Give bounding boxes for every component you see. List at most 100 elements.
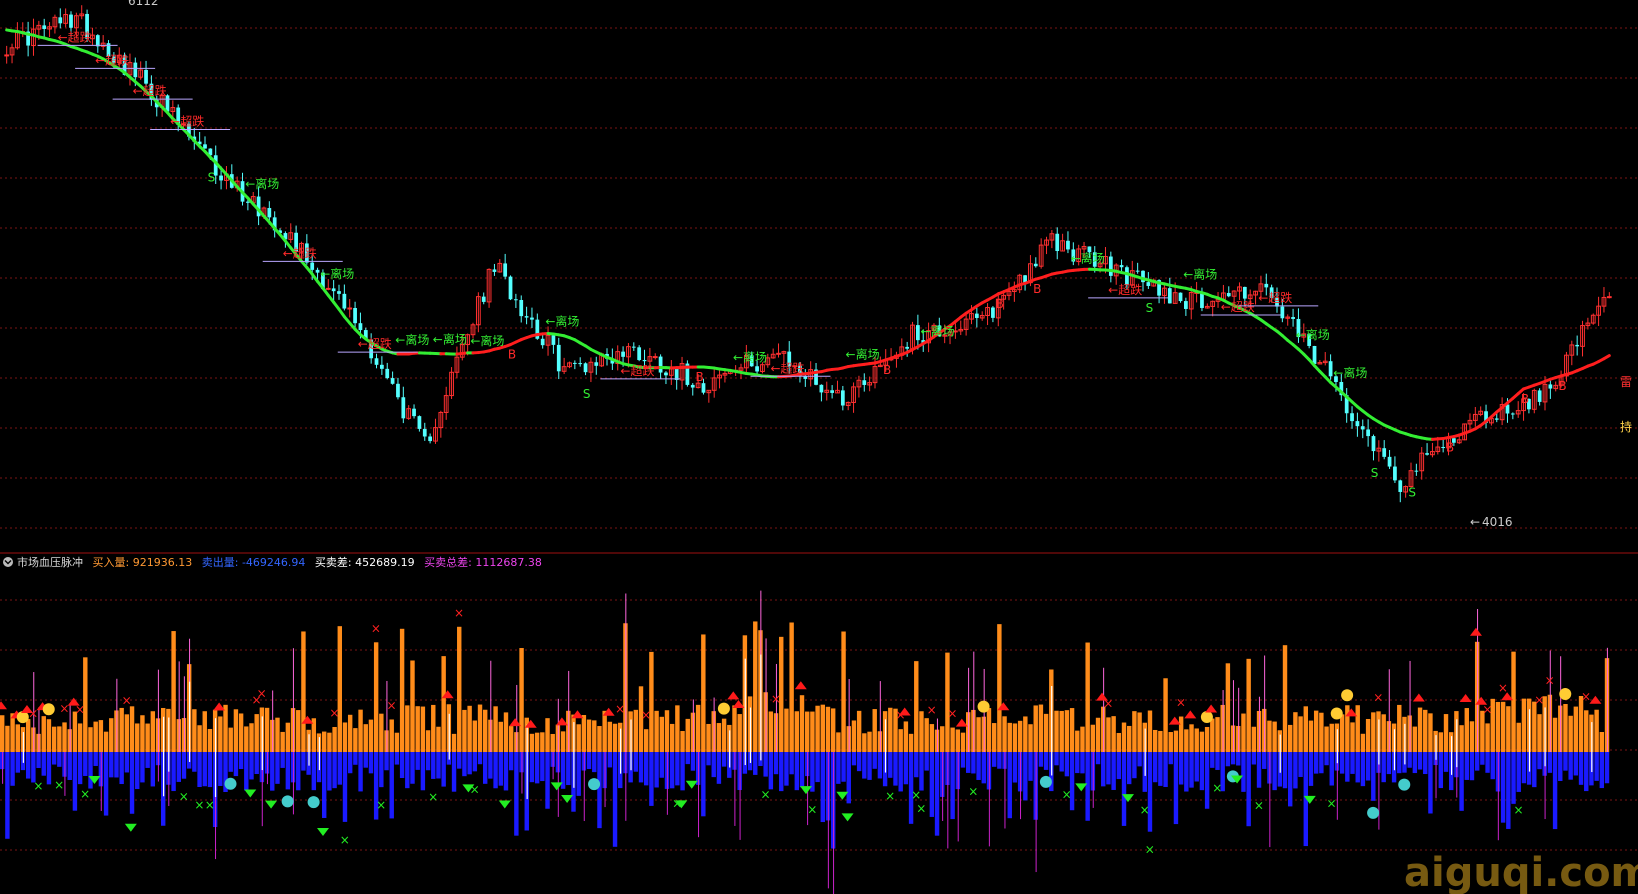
pulse-bar-series [0, 590, 1610, 894]
buy-volume-bar [867, 731, 872, 752]
candle-body [1178, 292, 1183, 302]
buy-volume-bar [503, 712, 509, 752]
buy-volume-bar [223, 704, 228, 752]
exit-signal-label: ←离场 [1333, 365, 1367, 380]
sell-signal-label: S [208, 170, 216, 184]
buy-volume-bar [851, 720, 857, 752]
buy-volume-bar [1360, 733, 1366, 752]
sell-volume-bar [1189, 752, 1194, 788]
buy-volume-bar [1397, 704, 1402, 752]
sell-volume-bar [846, 752, 851, 804]
green-x-marker: × [470, 782, 480, 796]
sell-volume-bar [768, 752, 774, 790]
buy-volume-bar [103, 731, 109, 752]
candle-body [1398, 480, 1403, 492]
teal-coin-marker [307, 796, 320, 809]
sell-volume-bar [1313, 752, 1319, 774]
sell-volume-bar [1319, 752, 1324, 774]
candle-body [1291, 317, 1295, 319]
green-x-marker: × [1254, 799, 1264, 813]
green-x-marker: × [807, 803, 817, 817]
sell-volume-bar [1288, 752, 1293, 807]
sell-volume-bar [368, 752, 374, 774]
buy-volume-bar [218, 716, 223, 752]
exit-signal-label: ←离场 [545, 314, 579, 329]
sell-volume-bar [1568, 752, 1573, 780]
buy-value: 921936.13 [133, 556, 193, 569]
buy-volume-bar [171, 631, 176, 752]
oversold-signal-label: ←超跌 [1221, 299, 1255, 314]
sell-volume-bar [934, 752, 940, 836]
buy-signal-label: B [695, 370, 703, 384]
sell-volume-bar [1386, 752, 1392, 775]
candle-body [776, 352, 781, 355]
candle-body [267, 208, 272, 218]
buy-volume-bar [576, 724, 581, 752]
candle-body [203, 144, 207, 149]
buy-volume-bar [145, 723, 150, 752]
sell-volume-bar [171, 752, 176, 792]
teal-coin-marker [588, 778, 601, 791]
candle-body [422, 428, 427, 437]
buy-volume-bar [529, 733, 535, 752]
buy-volume-bar [51, 726, 57, 752]
sell-volume-bar [1101, 752, 1106, 787]
sell-volume-bar [451, 752, 457, 792]
candle-body [390, 378, 395, 384]
candle-body [95, 35, 100, 47]
candle-body [4, 54, 10, 57]
sell-volume-bar [1293, 752, 1298, 789]
buy-volume-bar [612, 723, 618, 752]
buy-volume-bar [124, 714, 130, 752]
sell-volume-bar [810, 752, 815, 792]
gold-coin-marker [977, 700, 990, 713]
candle-body [1242, 286, 1247, 299]
sell-volume-bar [1163, 752, 1168, 787]
candle-body [374, 358, 379, 365]
buy-volume-bar [483, 709, 488, 752]
buy-volume-bar [462, 709, 467, 752]
sell-volume-bar [1521, 752, 1527, 784]
sell-volume-bar [685, 752, 690, 765]
red-x-marker: × [454, 606, 464, 620]
sell-volume-bar [659, 752, 664, 778]
sell-volume-bar [508, 752, 514, 771]
buy-volume-bar [233, 709, 239, 752]
sell-volume-bar [1121, 752, 1127, 826]
sell-volume-bar [379, 752, 384, 788]
candle-body [1371, 436, 1376, 452]
sell-volume-bar [503, 752, 509, 791]
candle-body [658, 356, 663, 373]
candle-body [594, 362, 599, 366]
teal-coin-marker [281, 795, 294, 808]
buy-volume-bar [15, 724, 20, 752]
buy-volume-bar [1038, 704, 1044, 752]
buy-volume-bar [451, 733, 457, 752]
buy-volume-bar [296, 710, 301, 752]
sell-volume-bar [586, 752, 592, 770]
buy-volume-bar [680, 731, 685, 752]
sell-volume-bar [1552, 752, 1558, 830]
circle-chevron-down-icon[interactable] [3, 557, 13, 567]
buy-volume-bar [46, 719, 52, 752]
sell-volume-bar [1558, 752, 1563, 782]
buy-volume-bar [799, 695, 805, 752]
sell-volume-bar [472, 752, 478, 772]
candle-body [1146, 282, 1151, 286]
buy-volume-bar [825, 706, 831, 752]
sell-volume-bar [1329, 752, 1334, 786]
green-x-marker: × [33, 779, 43, 793]
sell-volume-bar [296, 752, 301, 791]
gold-coin-marker [717, 702, 730, 715]
sell-volume-bar [1417, 752, 1423, 770]
buy-volume-bar [1282, 645, 1288, 752]
buy-volume-bar [607, 721, 613, 752]
buy-volume-bar [1002, 716, 1007, 752]
buy-volume-bar [664, 710, 670, 752]
sell-volume-bar [441, 752, 446, 787]
buy-volume-bar [919, 711, 924, 752]
buy-volume-bar [737, 714, 742, 752]
buy-volume-bar [940, 726, 945, 752]
sell-volume-bar [1500, 752, 1506, 823]
buy-volume-bar [540, 732, 545, 752]
